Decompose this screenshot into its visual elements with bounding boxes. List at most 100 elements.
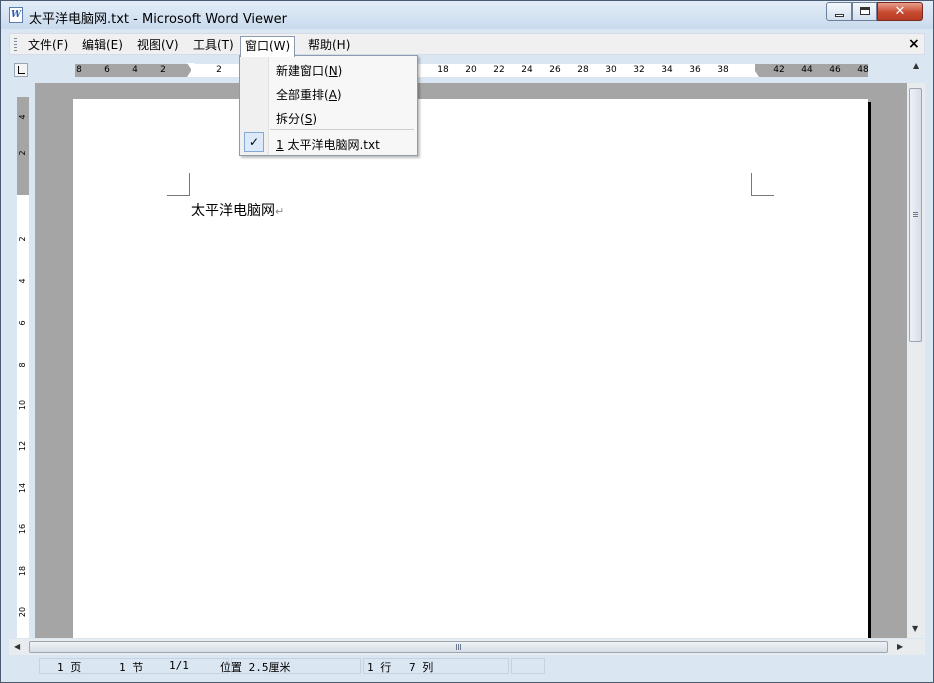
scroll-down-arrow[interactable]: ▼ [912, 624, 918, 633]
text-boundary-corner [751, 173, 774, 196]
menu-item-open-document[interactable]: 1 太平洋电脑网.txt [276, 136, 380, 153]
word-viewer-window: W 太平洋电脑网.txt - Microsoft Word Viewer ✕ 文… [0, 0, 934, 683]
menu-separator [270, 129, 414, 130]
first-line-indent-marker[interactable] [187, 63, 195, 69]
menu-item-text: ) [336, 88, 342, 102]
ruler-number: 18 [437, 65, 449, 75]
left-tab-icon [18, 66, 25, 74]
maximize-icon [860, 7, 870, 15]
ruler-number: 12 [18, 440, 27, 452]
menu-item-text: 新建窗口( [276, 64, 329, 78]
document-text-content: 太平洋电脑网 [191, 203, 275, 219]
window-title: 太平洋电脑网.txt - Microsoft Word Viewer [29, 12, 288, 27]
status-line: 1 行 [367, 661, 392, 674]
menu-tools[interactable]: 工具(T) [189, 36, 238, 54]
minimize-button[interactable] [826, 2, 852, 21]
ruler-number: 48 [857, 65, 869, 75]
status-page: 1 页 [57, 661, 82, 674]
close-button[interactable]: ✕ [877, 2, 923, 21]
menu-edit[interactable]: 编辑(E) [78, 36, 127, 54]
ruler-number: 36 [689, 65, 701, 75]
menu-view[interactable]: 视图(V) [133, 36, 183, 54]
menu-item-text: ) [312, 112, 317, 126]
maximize-button[interactable] [852, 2, 877, 21]
window-menu-dropdown: 新建窗口(N) 全部重排(A) 拆分(S) ✓ 1 太平洋电脑网.txt [239, 55, 418, 156]
vertical-ruler[interactable]: 4 2 2 4 6 8 10 12 14 16 18 20 [9, 83, 35, 638]
ruler-number: 20 [465, 65, 477, 75]
ruler-number: 8 [76, 65, 82, 75]
menu-item-split[interactable]: 拆分(S) [276, 110, 317, 127]
ruler-number: 20 [18, 606, 27, 618]
grip-icon [913, 212, 918, 218]
menu-item-access-key: A [328, 88, 337, 102]
ruler-number: 18 [18, 565, 27, 577]
document-page[interactable]: 太平洋电脑网↵ [73, 99, 868, 638]
document-area: 4 2 2 4 6 8 10 12 14 16 18 20 太平洋电脑网↵ [9, 83, 907, 638]
ruler-number: 8 [18, 362, 27, 368]
ruler-number: 4 [18, 114, 27, 120]
ruler-number: 4 [18, 278, 27, 284]
status-position: 位置 2.5厘米 [220, 661, 291, 674]
ruler-number: 28 [577, 65, 589, 75]
scroll-up-arrow[interactable]: ▲ [913, 61, 919, 70]
status-column: 7 列 [409, 661, 434, 674]
menu-item-new-window[interactable]: 新建窗口(N) [276, 62, 342, 79]
menu-item-text: 全部重排( [276, 88, 329, 102]
ruler-number: 6 [104, 65, 110, 75]
ruler-number: 46 [829, 65, 841, 75]
scroll-left-arrow[interactable]: ◀ [14, 642, 20, 651]
menu-item-text: 太平洋电脑网.txt [283, 138, 380, 152]
ruler-number: 32 [633, 65, 645, 75]
menu-item-access-key: 1 [276, 138, 284, 152]
ruler-number: 22 [493, 65, 505, 75]
hanging-indent-marker[interactable] [187, 71, 195, 77]
status-section: 1 节 [119, 661, 144, 674]
ruler-number: 42 [773, 65, 785, 75]
right-indent-marker[interactable] [751, 71, 759, 77]
paragraph-mark: ↵ [275, 205, 285, 218]
text-boundary-corner [167, 173, 190, 196]
ruler-number: 2 [160, 65, 166, 75]
document-text[interactable]: 太平洋电脑网↵ [191, 200, 284, 220]
menu-window[interactable]: 窗口(W) [240, 36, 296, 57]
ruler-number: 2 [18, 150, 27, 156]
horizontal-ruler[interactable]: 8 6 4 2 2 18 20 22 24 26 28 30 32 34 36 … [75, 63, 869, 77]
vertical-scroll-thumb[interactable] [909, 88, 922, 342]
menu-item-text: ) [337, 64, 343, 78]
title-bar: W 太平洋电脑网.txt - Microsoft Word Viewer ✕ [1, 1, 933, 29]
ruler-number: 24 [521, 65, 533, 75]
menu-help[interactable]: 帮助(H) [304, 36, 354, 54]
toolbar-grip[interactable] [14, 38, 17, 51]
status-panel [511, 658, 545, 674]
ruler-number: 4 [132, 65, 138, 75]
horizontal-ruler-bar: 8 6 4 2 2 18 20 22 24 26 28 30 32 34 36 … [9, 59, 925, 81]
menu-bar: 文件(F) 编辑(E) 视图(V) 工具(T) 窗口(W) 帮助(H) × [9, 33, 925, 57]
ruler-number: 2 [18, 236, 27, 242]
ruler-number: 38 [717, 65, 729, 75]
check-icon: ✓ [244, 132, 264, 152]
grip-icon [456, 644, 462, 650]
menu-item-text: 拆分( [276, 112, 305, 126]
status-page-of: 1/1 [169, 659, 189, 672]
close-icon: ✕ [894, 4, 906, 19]
ruler-number: 34 [661, 65, 673, 75]
horizontal-scroll-thumb[interactable] [29, 641, 888, 653]
status-bar: 1 页 1 节 1/1 位置 2.5厘米 1 行 7 列 [9, 656, 925, 676]
ruler-number: 30 [605, 65, 617, 75]
ruler-number: 10 [18, 399, 27, 411]
document-close-button[interactable]: × [908, 37, 920, 51]
horizontal-scrollbar[interactable]: ◀ ▶ [9, 639, 925, 655]
menu-item-access-key: N [328, 64, 338, 78]
ruler-number: 44 [801, 65, 813, 75]
scroll-right-arrow[interactable]: ▶ [897, 642, 903, 651]
ruler-number: 6 [18, 320, 27, 326]
menu-file[interactable]: 文件(F) [24, 36, 72, 54]
word-viewer-icon[interactable]: W [9, 7, 23, 23]
minimize-icon [835, 14, 844, 17]
tab-selector-button[interactable] [14, 63, 28, 77]
ruler-number: 16 [18, 523, 27, 535]
menu-item-arrange-all[interactable]: 全部重排(A) [276, 86, 342, 103]
ruler-number: 2 [216, 65, 222, 75]
vertical-scrollbar[interactable]: ▼ [907, 83, 925, 638]
ruler-number: 14 [18, 482, 27, 494]
